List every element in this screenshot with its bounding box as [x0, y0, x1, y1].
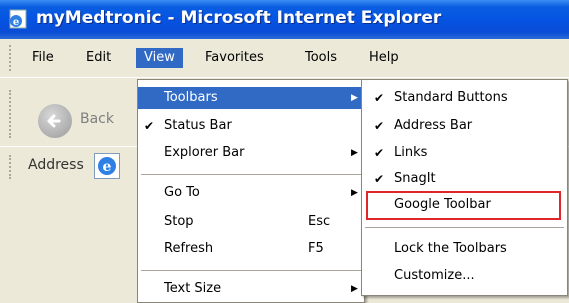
checkmark-icon: ✔	[374, 119, 385, 133]
menu-view[interactable]: View	[136, 48, 183, 68]
svg-text:e: e	[13, 17, 19, 28]
view-menu: Toolbars ▶ ✔ Status Bar Explorer Bar ▶ G…	[137, 79, 365, 303]
menu-tools[interactable]: Tools	[297, 48, 345, 68]
submenu-arrow-icon: ▶	[351, 284, 358, 294]
title-bar: e myMedtronic - Microsoft Internet Explo…	[0, 0, 569, 39]
menu-item-label: Stop	[164, 214, 194, 229]
menu-item-text-size[interactable]: Text Size ▶	[138, 278, 364, 300]
menu-item-toolbars[interactable]: Toolbars ▶	[138, 87, 364, 109]
submenu-arrow-icon: ▶	[351, 188, 358, 198]
submenu-item-label: Standard Buttons	[394, 90, 508, 105]
submenu-item-label: Customize...	[394, 268, 475, 283]
submenu-item-snagit[interactable]: ✔ SnagIt	[362, 168, 567, 190]
menu-item-stop[interactable]: Stop Esc	[138, 211, 364, 233]
submenu-item-lock-toolbars[interactable]: Lock the Toolbars	[362, 238, 567, 260]
shortcut-label: Esc	[308, 214, 331, 229]
menu-item-status-bar[interactable]: ✔ Status Bar	[138, 115, 364, 137]
ie-icon: e	[94, 153, 120, 179]
back-arrow-icon	[47, 114, 61, 128]
menu-separator	[141, 270, 361, 271]
toolbar-grip[interactable]	[9, 90, 13, 138]
menu-file[interactable]: File	[24, 48, 62, 68]
menu-separator	[365, 227, 564, 228]
menu-item-refresh[interactable]: Refresh F5	[138, 238, 364, 260]
checkmark-icon: ✔	[144, 119, 155, 133]
submenu-arrow-icon: ▶	[351, 93, 358, 103]
submenu-item-label: Lock the Toolbars	[394, 241, 507, 256]
submenu-item-google-toolbar[interactable]: Google Toolbar	[362, 194, 567, 216]
menu-item-label: Text Size	[164, 281, 222, 296]
svg-text:e: e	[103, 159, 112, 175]
menu-item-go-to[interactable]: Go To ▶	[138, 182, 364, 204]
menu-item-label: Status Bar	[164, 118, 232, 133]
ie-page-icon: e	[9, 9, 27, 29]
checkmark-icon: ✔	[374, 146, 385, 160]
menu-item-explorer-bar[interactable]: Explorer Bar ▶	[138, 142, 364, 164]
menu-bar: File Edit View Favorites Tools Help	[0, 39, 569, 78]
checkmark-icon: ✔	[374, 172, 385, 186]
submenu-item-standard-buttons[interactable]: ✔ Standard Buttons	[362, 87, 567, 109]
menu-item-label: Refresh	[164, 241, 214, 256]
submenu-item-address-bar[interactable]: ✔ Address Bar	[362, 115, 567, 137]
submenu-item-customize[interactable]: Customize...	[362, 265, 567, 287]
address-label: Address	[28, 157, 84, 173]
shortcut-label: F5	[308, 241, 324, 256]
back-button[interactable]	[38, 104, 72, 138]
window-title: myMedtronic - Microsoft Internet Explore…	[36, 8, 442, 28]
menu-separator	[141, 174, 361, 175]
toolbars-submenu: ✔ Standard Buttons ✔ Address Bar ✔ Links…	[361, 79, 568, 296]
submenu-item-label: Links	[394, 145, 428, 160]
submenu-arrow-icon: ▶	[351, 148, 358, 158]
submenu-item-links[interactable]: ✔ Links	[362, 142, 567, 164]
back-label[interactable]: Back	[80, 111, 114, 127]
addressbar-grip[interactable]	[9, 155, 13, 179]
menu-help[interactable]: Help	[361, 48, 407, 68]
submenu-item-label: SnagIt	[394, 171, 436, 186]
menubar-grip[interactable]	[9, 45, 13, 71]
submenu-item-label: Google Toolbar	[394, 197, 491, 212]
checkmark-icon: ✔	[374, 91, 385, 105]
menu-favorites[interactable]: Favorites	[197, 48, 272, 68]
menu-edit[interactable]: Edit	[78, 48, 119, 68]
menu-item-label: Explorer Bar	[164, 145, 245, 160]
menu-item-label: Go To	[164, 185, 200, 200]
submenu-item-label: Address Bar	[394, 118, 473, 133]
menu-item-label: Toolbars	[164, 90, 218, 105]
